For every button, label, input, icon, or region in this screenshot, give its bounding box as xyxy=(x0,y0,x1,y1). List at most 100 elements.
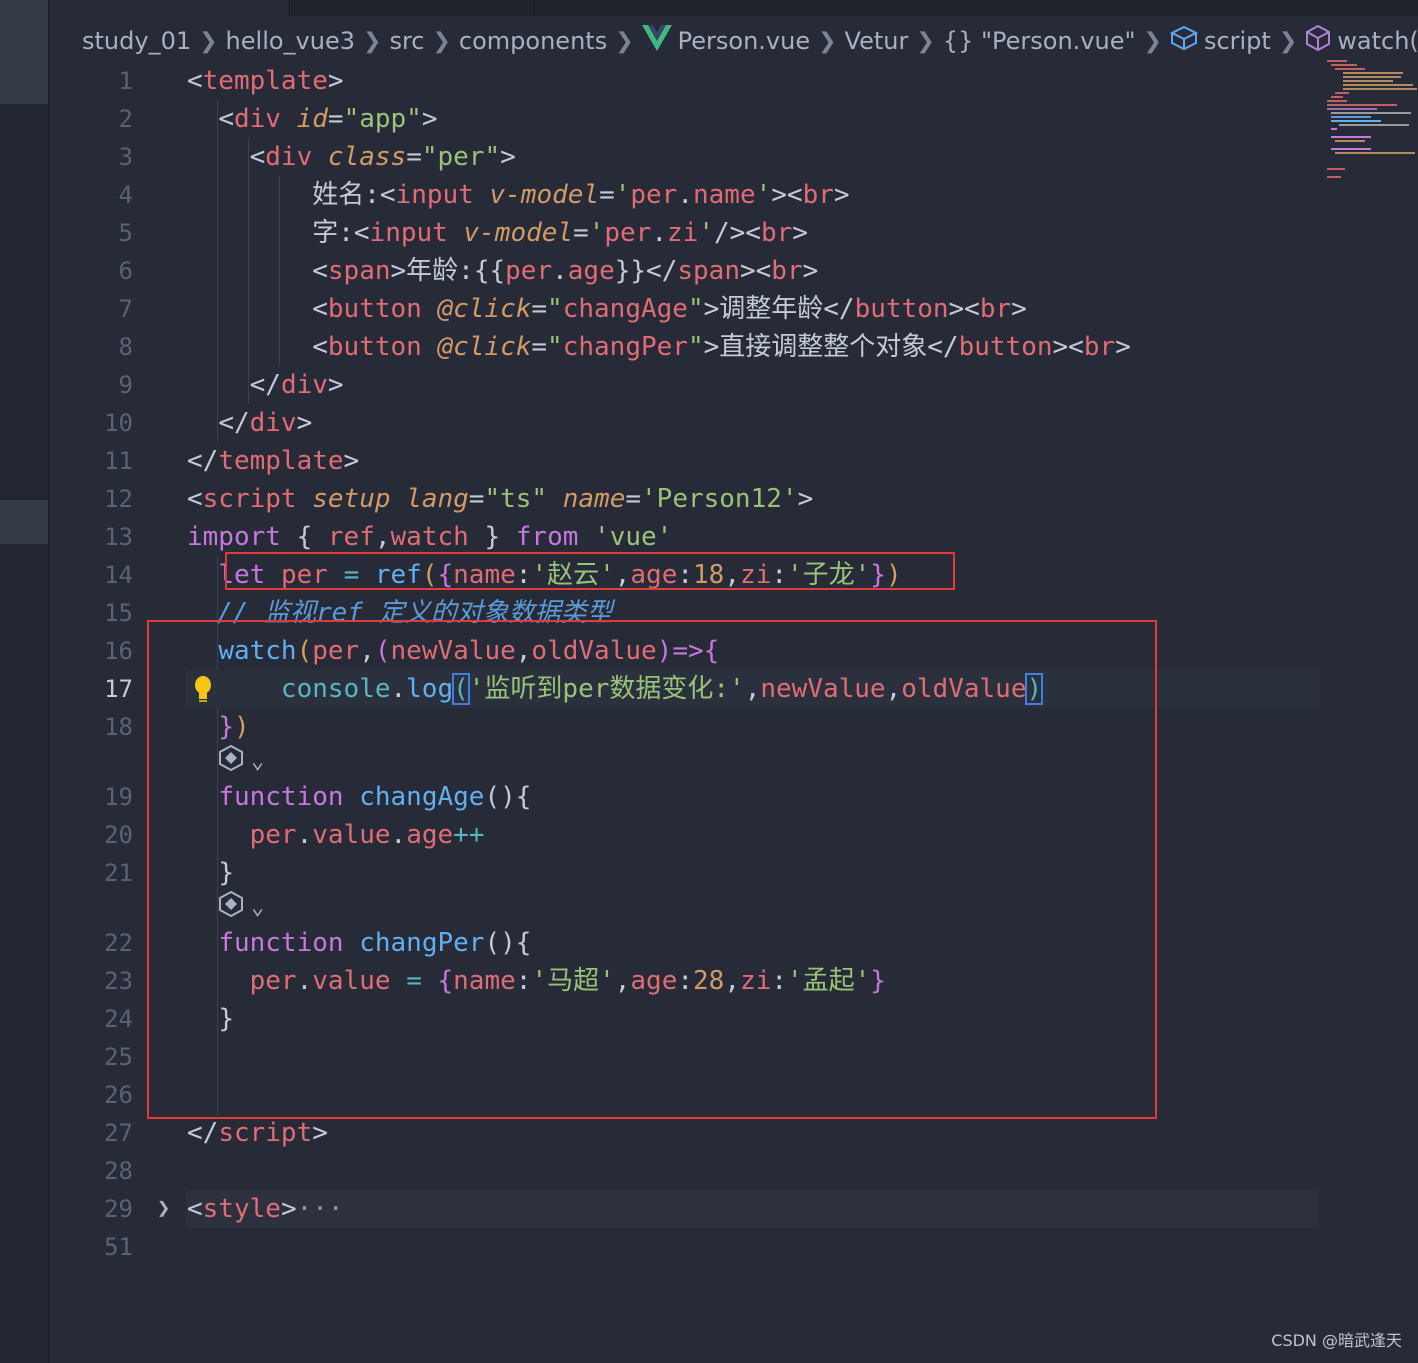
code-line: 8 <button @click="changPer">直接调整整个对象</bu… xyxy=(49,328,1418,366)
breadcrumb-item[interactable]: components xyxy=(459,27,607,55)
line-number: 6 xyxy=(118,257,133,285)
breadcrumb-item[interactable]: hello_vue3 xyxy=(226,27,355,55)
line-number: 2 xyxy=(118,105,133,133)
code-text: <button @click="changPer">直接调整整个对象</butt… xyxy=(312,332,1131,362)
chevron-right-icon: ❯ xyxy=(615,28,634,54)
line-number: 18 xyxy=(104,713,133,741)
code-text: 字:<input v-model='per.zi'/><br> xyxy=(312,218,808,248)
breadcrumb: study_01 ❯ hello_vue3 ❯ src ❯ components… xyxy=(82,22,1418,60)
breadcrumb-item[interactable]: src xyxy=(389,27,424,55)
breadcrumb-item[interactable]: {} "Person.vue" xyxy=(943,27,1136,55)
line-number: 15 xyxy=(104,599,133,627)
chevron-right-icon: ❯ xyxy=(432,28,451,54)
code-text: <template> xyxy=(187,66,344,96)
code-line: 1 <template> xyxy=(49,62,1418,100)
code-text: import { ref,watch } from 'vue' xyxy=(187,522,673,552)
code-line-folded[interactable]: 29 ❯ <style>··· xyxy=(49,1190,1418,1228)
code-text: <div id="app"> xyxy=(218,104,438,134)
vue-logo-icon xyxy=(641,25,672,57)
activity-item-highlight[interactable] xyxy=(0,500,48,544)
line-number: 28 xyxy=(104,1157,133,1185)
cube-icon xyxy=(1305,24,1331,58)
line-number: 13 xyxy=(104,523,133,551)
chevron-right-icon[interactable]: ❯ xyxy=(157,1190,170,1228)
code-text: <span>年龄:{{per.age}}</span><br> xyxy=(312,256,819,286)
code-line: 5 字:<input v-model='per.zi'/><br> xyxy=(49,214,1418,252)
code-text: <style>··· xyxy=(187,1194,344,1224)
line-number: 7 xyxy=(118,295,133,323)
code-token: 姓名: xyxy=(312,180,380,210)
line-number: 51 xyxy=(104,1233,133,1261)
line-number: 14 xyxy=(104,561,133,589)
chevron-right-icon: ❯ xyxy=(916,28,935,54)
line-number: 4 xyxy=(118,181,133,209)
line-number: 21 xyxy=(104,859,133,887)
line-number: 23 xyxy=(104,967,133,995)
line-number: 8 xyxy=(118,333,133,361)
line-number: 3 xyxy=(118,143,133,171)
code-text: </div> xyxy=(218,408,313,438)
cube-outline-icon xyxy=(1169,25,1199,57)
line-number: 20 xyxy=(104,821,133,849)
code-text: </div> xyxy=(249,370,344,400)
line-number: 1 xyxy=(118,67,133,95)
code-text: 姓名:<input v-model='per.name'><br> xyxy=(312,180,850,210)
breadcrumb-item[interactable]: watch() callback xyxy=(1337,27,1418,55)
line-number: 10 xyxy=(104,409,133,437)
code-token: 直接调整整个对象 xyxy=(719,332,928,362)
code-line: 12 <script setup lang="ts" name='Person1… xyxy=(49,480,1418,518)
annotation-box xyxy=(225,552,955,590)
code-text: </template> xyxy=(187,446,360,476)
code-text: <button @click="changAge">调整年龄</button><… xyxy=(312,294,1027,324)
breadcrumb-item[interactable]: Vetur xyxy=(845,27,909,55)
code-token: 年龄: xyxy=(406,256,474,286)
breadcrumb-item[interactable]: script xyxy=(1204,27,1271,55)
editor-tab[interactable] xyxy=(49,0,290,16)
code-line: 9 </div> xyxy=(49,366,1418,404)
code-token: 字: xyxy=(312,218,354,248)
fold-ellipsis[interactable]: ··· xyxy=(297,1194,344,1224)
watermark: CSDN @暗武逢天 xyxy=(1271,1331,1402,1350)
activity-item-highlight[interactable] xyxy=(0,0,48,104)
code-text: <script setup lang="ts" name='Person12'> xyxy=(187,484,814,514)
code-text: <div class="per"> xyxy=(249,142,516,172)
chevron-right-icon: ❯ xyxy=(818,28,837,54)
line-number: 27 xyxy=(104,1119,133,1147)
line-number: 12 xyxy=(104,485,133,513)
annotation-box xyxy=(147,620,1157,1119)
chevron-right-icon: ❯ xyxy=(1278,28,1298,54)
editor-tab[interactable] xyxy=(290,0,535,16)
line-number: 16 xyxy=(104,637,133,665)
line-number: 17 xyxy=(104,675,133,703)
line-number: 29 xyxy=(104,1195,133,1223)
code-line: 7 <button @click="changAge">调整年龄</button… xyxy=(49,290,1418,328)
line-number: 25 xyxy=(104,1043,133,1071)
line-number: 19 xyxy=(104,783,133,811)
breadcrumb-item[interactable]: Person.vue xyxy=(678,27,810,55)
line-number: 26 xyxy=(104,1081,133,1109)
line-number: 22 xyxy=(104,929,133,957)
breadcrumb-item[interactable]: study_01 xyxy=(82,27,191,55)
code-line: 11 </template> xyxy=(49,442,1418,480)
line-number: 9 xyxy=(118,371,133,399)
activity-bar xyxy=(0,0,49,1363)
chevron-right-icon: ❯ xyxy=(199,28,218,54)
code-line: 13 import { ref,watch } from 'vue' xyxy=(49,518,1418,556)
code-line: 4 姓名:<input v-model='per.name'><br> xyxy=(49,176,1418,214)
code-line: 27 </script> xyxy=(49,1114,1418,1152)
code-line: 28 xyxy=(49,1152,1418,1190)
code-line: 3 <div class="per"> xyxy=(49,138,1418,176)
code-line: 10 </div> xyxy=(49,404,1418,442)
chevron-right-icon: ❯ xyxy=(1143,28,1162,54)
code-token: 调整年龄 xyxy=(719,294,824,324)
line-number: 24 xyxy=(104,1005,133,1033)
code-text: </script> xyxy=(187,1118,328,1148)
chevron-right-icon: ❯ xyxy=(363,28,382,54)
line-number: 11 xyxy=(104,447,133,475)
folded-line-highlight xyxy=(186,1190,1319,1228)
tab-strip xyxy=(49,0,1418,16)
code-line: 51 xyxy=(49,1228,1418,1266)
code-line: 2 <div id="app"> xyxy=(49,100,1418,138)
code-line: 6 <span>年龄:{{per.age}}</span><br> xyxy=(49,252,1418,290)
line-number: 5 xyxy=(118,219,133,247)
